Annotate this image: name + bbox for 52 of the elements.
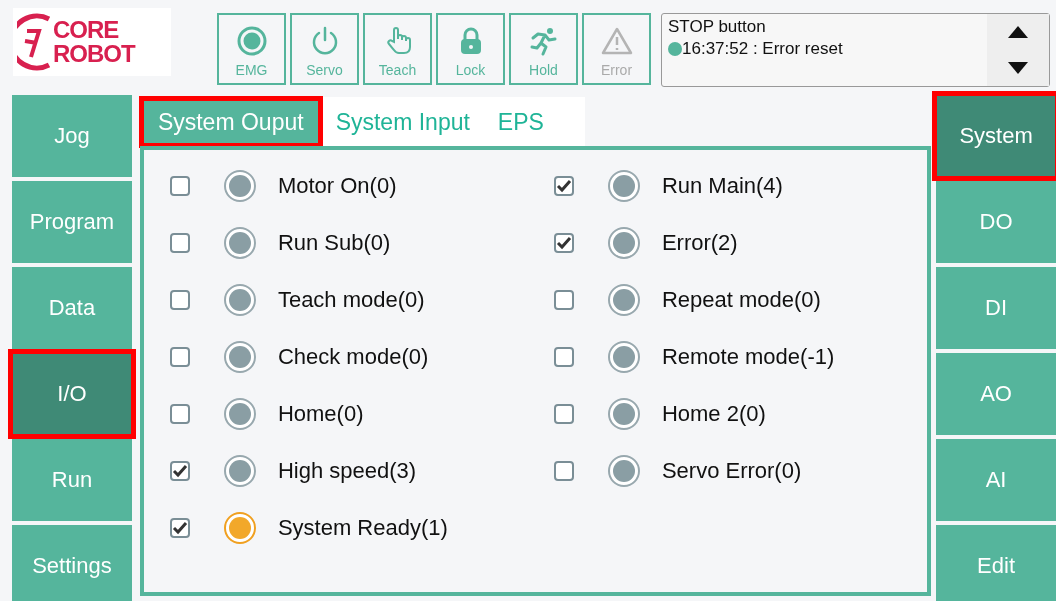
warning-icon [600,26,633,56]
checkbox[interactable] [169,347,190,367]
tab[interactable]: EPS [483,97,558,147]
running-figure-icon [528,26,559,56]
signal-label: Home(0) [277,401,364,427]
signal-label: Servo Error(0) [661,458,802,484]
checkbox[interactable] [553,404,574,424]
nav-button[interactable]: DO [936,181,1056,263]
tab[interactable]: System Ouput [139,97,322,147]
signal-label: Repeat mode(0) [661,287,821,313]
signal-label: Teach mode(0) [277,287,425,313]
servo-button[interactable]: Servo [290,13,359,85]
hold-button[interactable]: Hold [509,13,578,85]
signal-label: Home 2(0) [661,401,766,427]
checkbox[interactable] [169,233,190,253]
nav-button[interactable]: Program [12,181,132,263]
message-text: STOP button [668,16,766,38]
message-text: 16:37:52 : Error reset [682,38,843,60]
checkbox[interactable] [169,176,190,196]
checkbox[interactable] [553,233,574,253]
signal-label: Check mode(0) [277,344,429,370]
signal-label: Run Sub(0) [277,230,391,256]
tab[interactable]: System Input [321,97,484,147]
nav-button[interactable]: AO [936,353,1056,435]
signal-label: Error(2) [661,230,738,256]
nav-button[interactable]: DI [936,267,1056,349]
checkbox[interactable] [553,347,574,367]
checkbox[interactable] [169,290,190,310]
signal-label: High speed(3) [277,458,417,484]
emg-button[interactable]: EMG [217,13,286,85]
down-triangle-icon [1007,61,1029,75]
checkbox[interactable] [553,290,574,310]
nav-button[interactable]: Edit [936,525,1056,601]
nav-button[interactable]: AI [936,439,1056,521]
up-triangle-icon [1007,25,1029,39]
record-icon [236,26,267,56]
checkbox[interactable] [169,404,190,424]
nav-button[interactable]: Data [12,267,132,349]
checkbox[interactable] [553,176,574,196]
lock-button[interactable]: Lock [436,13,505,85]
teach-button[interactable]: Teach [363,13,432,85]
logo: CORE ROBOT [13,8,171,76]
signal-label: Remote mode(-1) [661,344,835,370]
signal-label: Motor On(0) [277,173,397,199]
signal-label: System Ready(1) [277,515,448,541]
nav-button[interactable]: Run [12,439,132,521]
signal-label: Run Main(4) [661,173,783,199]
nav-button[interactable]: Settings [12,525,132,601]
nav-button[interactable]: Jog [12,95,132,177]
checkbox[interactable] [169,518,190,538]
checkbox[interactable] [169,461,190,481]
checkbox[interactable] [553,461,574,481]
